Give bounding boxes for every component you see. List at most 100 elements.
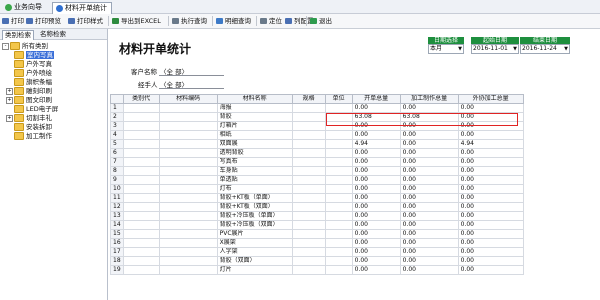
row-number: 15	[110, 229, 124, 239]
table-cell	[324, 265, 353, 275]
print-style-button[interactable]: 打印样式	[67, 16, 103, 26]
category-panel: 类别检索 名称检索 - 所有类别 室内写真 户外写真 户外喷绘 旗帜条幅 + 雕刻印刷 + 图文印…	[0, 29, 108, 300]
print-preview-button[interactable]: 打印预览	[25, 16, 61, 26]
tree-item[interactable]: 旗帜条幅	[6, 78, 52, 87]
table-cell: 0.00	[399, 202, 459, 212]
tree-item[interactable]: 加工制作	[6, 132, 52, 141]
export-excel-button[interactable]: 导出到EXCEL	[111, 16, 161, 26]
tree-item-label: 切割丰礼	[26, 114, 52, 122]
table-cell	[291, 238, 326, 248]
table-row[interactable]: 6 透明背胶 0.00 0.00 0.00	[110, 148, 524, 158]
table-cell	[324, 184, 353, 194]
expand-icon[interactable]: +	[6, 114, 13, 122]
exit-button[interactable]: 退出	[309, 16, 332, 26]
row-number-header	[110, 94, 124, 104]
detail-query-button[interactable]: 明细查询	[215, 16, 251, 26]
column-header[interactable]: 加工制作总量	[399, 94, 459, 104]
date-range-label: 日期选择	[428, 37, 464, 44]
button-label: 明细查询	[225, 17, 251, 25]
tab-name-search[interactable]: 名称检索	[38, 30, 68, 39]
table-cell: 0.00	[399, 247, 459, 257]
row-number: 11	[110, 193, 124, 203]
table-row[interactable]: 9 单透贴 0.00 0.00 0.00	[110, 175, 524, 185]
table-row[interactable]: 8 车身贴 0.00 0.00 0.00	[110, 166, 524, 176]
tree-item[interactable]: + 切割丰礼	[6, 114, 52, 123]
table-row[interactable]: 10 灯布 0.00 0.00 0.00	[110, 184, 524, 194]
column-header[interactable]: 类别代	[122, 94, 160, 104]
expand-icon[interactable]: +	[6, 96, 13, 104]
tree-item[interactable]: 户外写真	[6, 60, 52, 69]
table-row[interactable]: 5 双面展 4.94 0.00 4.94	[110, 139, 524, 149]
tree-item[interactable]: + 雕刻印刷	[6, 87, 52, 96]
table-row[interactable]: 19 灯片 0.00 0.00 0.00	[110, 265, 524, 275]
tab-business-guide[interactable]: 业务向导	[2, 2, 46, 13]
tree-item-label: 所有类别	[22, 42, 48, 50]
row-number: 12	[110, 202, 124, 212]
table-cell	[158, 229, 218, 239]
date-range-select[interactable]: 本月 ▼	[428, 44, 464, 54]
table-cell: 背胶+冷压板（双面）	[216, 220, 293, 230]
table-cell: 0.00	[457, 211, 524, 221]
date-range-filter: 日期选择 本月 ▼	[428, 37, 464, 54]
table-row[interactable]: 4 相纸 0.00 0.00 0.00	[110, 130, 524, 140]
table-row[interactable]: 16 X展架 0.00 0.00 0.00	[110, 238, 524, 248]
table-cell	[158, 175, 218, 185]
expand-icon[interactable]: +	[6, 87, 13, 95]
table-cell: 0.00	[351, 130, 401, 140]
tree-item[interactable]: 户外喷绘	[6, 69, 52, 78]
table-row[interactable]: 11 背胶+KT板（单面） 0.00 0.00 0.00	[110, 193, 524, 203]
tree-item[interactable]: LED电子屏	[6, 105, 58, 114]
table-row[interactable]: 15 PVC展片 0.00 0.00 0.00	[110, 229, 524, 239]
print-button[interactable]: 打印	[1, 16, 24, 26]
row-number: 13	[110, 211, 124, 221]
tab-label: 材料开单统计	[65, 4, 107, 12]
tree-item[interactable]: 安装拆卸	[6, 123, 52, 132]
tree-item[interactable]: + 图文印刷	[6, 96, 52, 105]
tree-item[interactable]: - 所有类别	[2, 42, 48, 51]
tab-material-stats[interactable]: 材料开单统计	[52, 2, 112, 14]
table-row[interactable]: 7 写真布 0.00 0.00 0.00	[110, 157, 524, 167]
table-row[interactable]: 13 背胶+冷压板（单面） 0.00 0.00 0.00	[110, 211, 524, 221]
table-row[interactable]: 14 背胶+冷压板（双面） 0.00 0.00 0.00	[110, 220, 524, 230]
end-date-picker[interactable]: 2016-11-24 ▼	[520, 44, 570, 54]
table-row[interactable]: 12 背胶+KT板（双面） 0.00 0.00 0.00	[110, 202, 524, 212]
table-cell	[324, 238, 353, 248]
row-number: 19	[110, 265, 124, 275]
table-cell: 背胶+KT板（双面）	[216, 202, 293, 212]
date-range-value: 本月	[430, 45, 443, 52]
table-cell	[324, 256, 353, 266]
column-header[interactable]: 开单总量	[351, 94, 401, 104]
table-cell	[122, 265, 160, 275]
column-header[interactable]: 材料名称	[216, 94, 293, 104]
tree-item[interactable]: 室内写真	[6, 51, 54, 60]
row-number: 3	[110, 121, 124, 131]
table-cell	[291, 220, 326, 230]
collapse-icon[interactable]: -	[2, 42, 9, 50]
report-icon	[56, 5, 63, 12]
folder-icon	[14, 132, 24, 140]
column-header[interactable]: 单位	[324, 94, 353, 104]
table-cell	[122, 202, 160, 212]
column-header[interactable]: 规格	[291, 94, 326, 104]
table-row[interactable]: 17 人字架 0.00 0.00 0.00	[110, 247, 524, 257]
toolbar: 打印 打印预览 打印样式 导出到EXCEL 执行查询 明细查询 定位 列配置 退…	[0, 14, 600, 29]
row-number: 17	[110, 247, 124, 257]
table-cell: 0.00	[399, 184, 459, 194]
table-row[interactable]: 1 海报 0.00 0.00 0.00	[110, 103, 524, 113]
page-title: 材料开单统计	[119, 42, 192, 56]
table-cell: 0.00	[399, 175, 459, 185]
column-header[interactable]: 外协加工总量	[457, 94, 524, 104]
tree-item-label: 室内写真	[26, 51, 54, 59]
table-cell: 灯布	[216, 184, 293, 194]
table-row[interactable]: 18 背胶（双面） 0.00 0.00 0.00	[110, 256, 524, 266]
locate-button[interactable]: 定位	[259, 16, 282, 26]
table-cell	[324, 202, 353, 212]
start-date-picker[interactable]: 2016-11-01 ▼	[471, 44, 519, 54]
column-header[interactable]: 材料编码	[158, 94, 218, 104]
detail-icon	[216, 18, 223, 24]
execute-query-button[interactable]: 执行查询	[171, 16, 207, 26]
table-cell	[122, 211, 160, 221]
folder-icon	[10, 42, 20, 50]
table-cell: 0.00	[351, 202, 401, 212]
tab-category-search[interactable]: 类别检索	[2, 30, 34, 40]
